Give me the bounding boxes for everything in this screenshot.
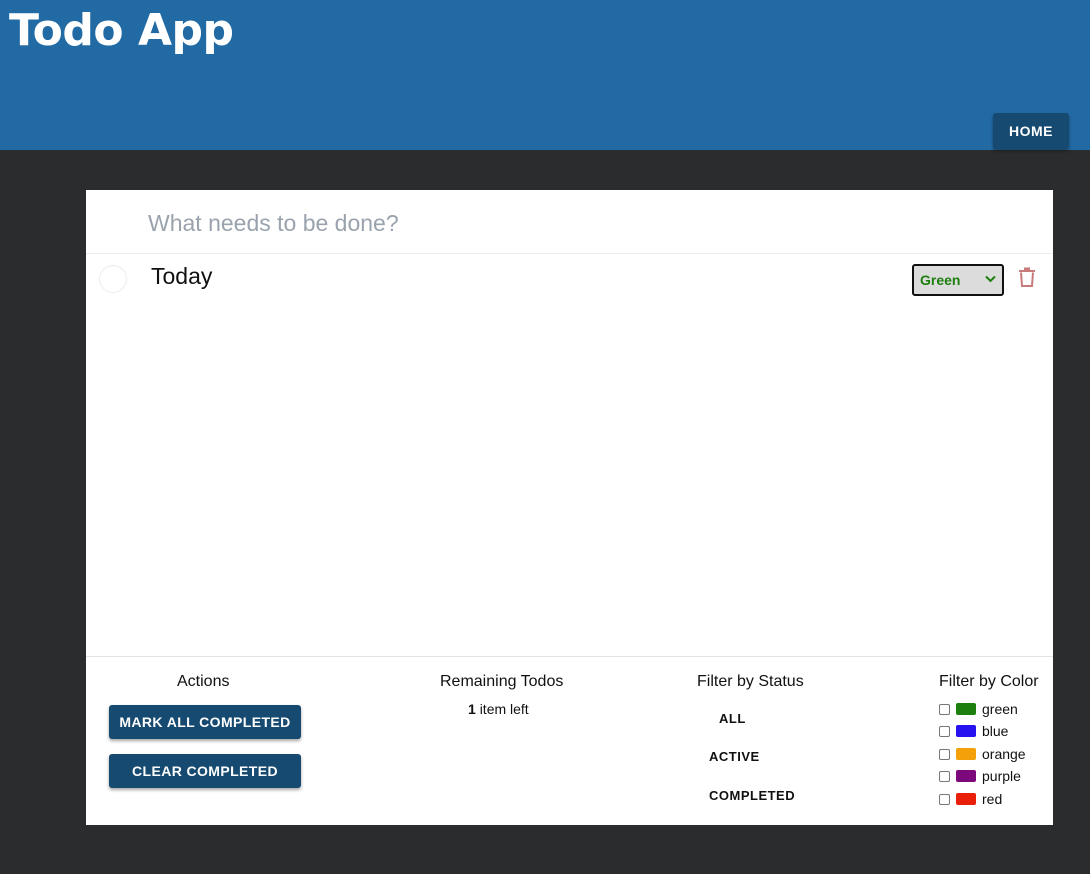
color-filter-label: red [982,791,1003,807]
todo-text: Today [151,263,213,289]
chevron-down-icon [985,274,996,286]
color-filter-green: green [939,699,1018,719]
color-filter-checkbox[interactable] [939,748,950,760]
app-title: Todo App [9,5,234,56]
remaining-count: 1 [468,701,476,717]
new-todo-area [86,190,1053,254]
color-swatch [956,793,976,805]
remaining-count-text: 1 item left [468,701,529,717]
color-filter-label: purple [982,768,1021,784]
app-header: Todo App HOME [0,0,1090,150]
color-swatch [956,725,976,737]
color-filter-checkbox[interactable] [939,725,950,737]
status-filter-completed[interactable]: COMPLETED [709,788,795,803]
color-filter-label: orange [982,746,1026,762]
mark-all-completed-button[interactable]: MARK ALL COMPLETED [109,705,301,739]
color-filter-blue: blue [939,721,1008,741]
clear-completed-button[interactable]: CLEAR COMPLETED [109,754,301,788]
color-filter-orange: orange [939,744,1026,764]
status-filter-active[interactable]: ACTIVE [709,749,760,764]
trash-icon[interactable] [1018,267,1036,287]
color-filter-title: Filter by Color [939,673,1039,690]
remaining-title: Remaining Todos [440,673,564,690]
todo-footer: Actions MARK ALL COMPLETED CLEAR COMPLET… [86,656,1053,825]
todo-toggle-checkbox[interactable] [99,265,127,293]
status-filter-title: Filter by Status [697,673,804,690]
color-swatch [956,748,976,760]
color-filter-checkbox[interactable] [939,793,950,805]
color-filter-checkbox[interactable] [939,770,950,782]
home-button[interactable]: HOME [993,113,1069,149]
todo-color-select[interactable]: Green [912,264,1004,296]
todo-card: Today Green Actions MARK ALL COMPLETED C… [86,190,1053,825]
color-swatch [956,703,976,715]
color-filter-red: red [939,789,1002,809]
color-filter-label: blue [982,723,1009,739]
color-filter-checkbox[interactable] [939,703,950,715]
actions-title: Actions [177,673,230,690]
color-swatch [956,770,976,782]
color-filter-label: green [982,701,1018,717]
new-todo-input[interactable] [146,202,1030,244]
todo-color-selected: Green [920,272,961,288]
color-filter-purple: purple [939,766,1021,786]
remaining-suffix: item left [479,701,529,717]
todo-item: Today Green [86,255,1053,305]
status-filter-all[interactable]: ALL [719,711,746,726]
